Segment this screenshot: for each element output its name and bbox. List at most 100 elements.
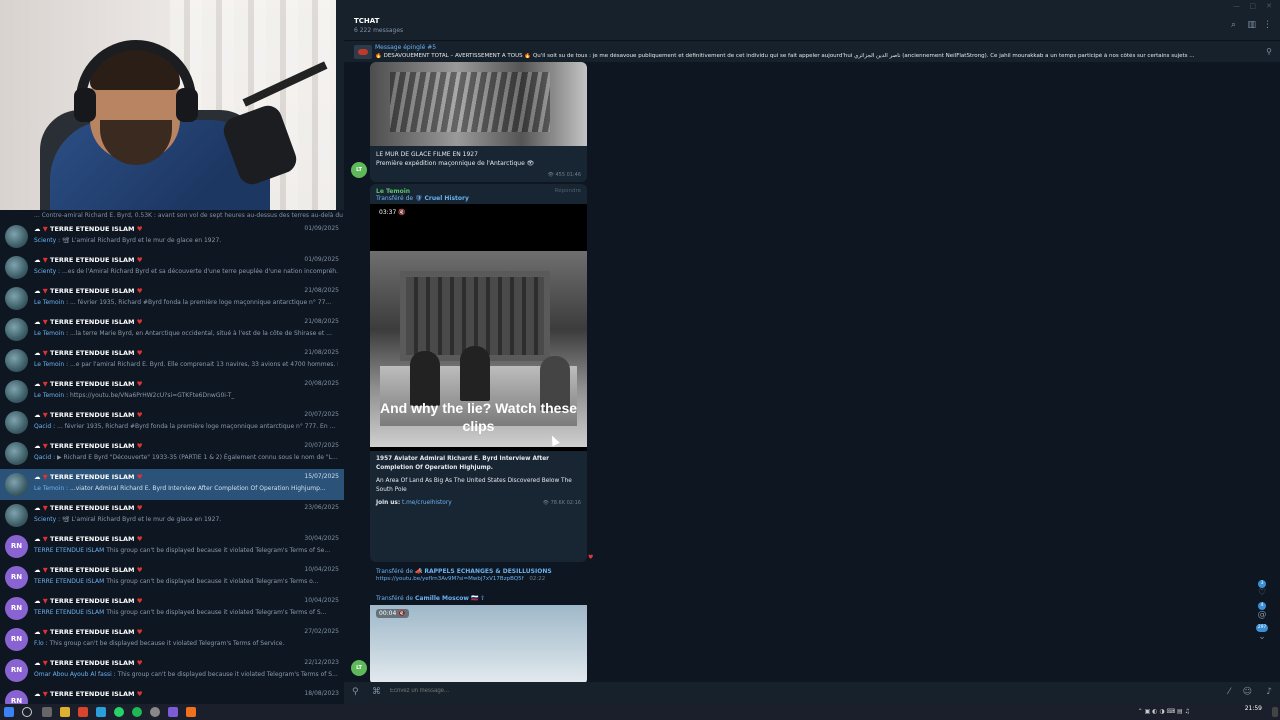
notification-icon[interactable]	[1272, 707, 1278, 717]
microphone-icon[interactable]: ♪	[1266, 687, 1272, 697]
chat-result-item[interactable]: RN ☁ ▼ TERRE ETENDUE ISLAM ♥ F.lo : This g…	[0, 624, 344, 655]
pin-list-icon[interactable]: ⚲	[1266, 47, 1272, 56]
preview-sender: TERRE ETENDUE ISLAM	[34, 609, 105, 616]
chat-result-item[interactable]: ☁ ▼ TERRE ETENDUE ISLAM ♥ Scienty : 📽 L'a…	[0, 500, 344, 531]
chat-result-item[interactable]: ☁ ▼ TERRE ETENDUE ISLAM ♥ Scienty : 📽 L'a…	[0, 221, 344, 252]
preview-sender: F.lo :	[34, 640, 48, 647]
preview-text: ...e par l'amiral Richard E. Byrd. Elle …	[70, 361, 338, 368]
youtube-link[interactable]: https://youtu.be/yefIrn3Av9M?si=Mwbj7xV1…	[376, 576, 524, 582]
whatsapp-icon[interactable]	[114, 707, 124, 717]
close-icon[interactable]: ✕	[1266, 2, 1272, 10]
heart-icon: ♥	[136, 380, 143, 388]
flag-icon: ▼	[42, 535, 48, 543]
app-icon[interactable]	[150, 707, 160, 717]
chat-date: 20/08/2025	[304, 380, 339, 387]
bot-commands-icon[interactable]: ⌘	[372, 687, 381, 697]
commands-icon[interactable]: ⁄	[1228, 687, 1230, 697]
preview-sender: Le Temoin :	[34, 361, 69, 368]
chat-date: 01/09/2025	[304, 256, 339, 263]
forward-source[interactable]: Cruel History	[425, 195, 469, 202]
heart-reaction-icon[interactable]: ♥	[588, 554, 593, 561]
preview-text: This group can't be displayed because it…	[106, 609, 327, 616]
search-results-list[interactable]: ... Contre-amiral Richard E. Byrd, 0.53K…	[0, 210, 344, 704]
chat-header[interactable]: TCHAT 6 222 messages ⌕ ▥ ⋮	[344, 14, 1280, 40]
reply-button[interactable]: Répondre	[555, 188, 581, 194]
video-player[interactable]: 03:37 🔇 And why the lie? Watch these cli…	[370, 204, 587, 451]
telegram-icon[interactable]	[96, 707, 106, 717]
search-icon[interactable]: ⌕	[1231, 20, 1236, 30]
sender-name[interactable]: Le Temoin	[376, 188, 581, 195]
task-view-icon[interactable]	[42, 707, 52, 717]
message-list[interactable]: LE MUR DE GLACE FILME EN 1927 Première e…	[344, 62, 1280, 682]
preview-text: ...la terre Marie Byrd, en Antarctique o…	[70, 330, 332, 337]
heart-icon[interactable]: ♡	[1256, 588, 1268, 598]
sidebar-toggle-icon[interactable]: ▥	[1247, 20, 1256, 30]
message-composer: ⚲ ⌘ ⁄ ☺ ♪	[344, 682, 1280, 704]
chat-result-item[interactable]: RN ☁ ▼ TERRE ETENDUE ISLAM ♥ TERRE ETENDUE…	[0, 531, 344, 562]
video-player[interactable]: 00:04 🔇	[370, 605, 587, 682]
maximize-icon[interactable]: □	[1249, 2, 1256, 10]
chat-title-text: TERRE ETENDUE ISLAM	[50, 225, 135, 233]
message-bubble[interactable]: LE MUR DE GLACE FILME EN 1927 Première e…	[370, 62, 587, 182]
sender-avatar[interactable]: LT	[351, 162, 367, 178]
chat-result-item[interactable]: ☁ ▼ TERRE ETENDUE ISLAM ♥ Le Temoin : ...…	[0, 283, 344, 314]
search-icon[interactable]	[22, 707, 32, 717]
chat-result-item[interactable]: ☁ ▼ TERRE ETENDUE ISLAM ♥ Qacid : ▶ Richa…	[0, 438, 344, 469]
chat-preview: Le Temoin : ... février 1935, Richard #B…	[34, 297, 338, 308]
message-bubble[interactable]: Transféré de 📣 RAPPELS ECHANGES & DESILL…	[370, 568, 587, 590]
chat-result-item[interactable]: ☁ ▼ TERRE ETENDUE ISLAM ♥ Le Temoin : ...…	[0, 469, 344, 500]
discord-icon[interactable]	[168, 707, 178, 717]
chat-result-item[interactable]: ☁ ▼ TERRE ETENDUE ISLAM ♥ Le Temoin : ...…	[0, 314, 344, 345]
emoji-icon[interactable]: ☺	[1243, 687, 1252, 697]
chat-avatar: RN	[5, 566, 28, 589]
forward-prefix: Transféré de	[376, 595, 414, 602]
mention-icon[interactable]: @	[1256, 610, 1268, 620]
forwarded-from[interactable]: Transféré de 🛡 Cruel History	[376, 195, 581, 202]
chat-preview: TERRE ETENDUE ISLAM This group can't be …	[34, 607, 338, 618]
chat-result-item[interactable]: ☁ ▼ TERRE ETENDUE ISLAM ♥ Qacid : ... fév…	[0, 407, 344, 438]
sender-avatar[interactable]: LT	[351, 660, 367, 676]
tray-icons[interactable]: ⌃ ▣ ◐ ◑ ⌨ ▤ ♫	[1138, 708, 1190, 715]
message-bubble[interactable]: Le Temoin Transféré de 🛡 Cruel History R…	[370, 184, 587, 562]
video-thumbnail[interactable]	[370, 62, 587, 146]
flag-icon: ▼	[42, 628, 48, 636]
message-input[interactable]	[390, 688, 990, 694]
message-views: 👁 78.6K 02:16	[542, 499, 581, 506]
chat-result-item[interactable]: RN ☁ ▼ TERRE ETENDUE ISLAM ♥ TERRE ETENDUE…	[0, 562, 344, 593]
chat-result-item[interactable]: ☁ ▼ TERRE ETENDUE ISLAM ♥ Le Temoin : htt…	[0, 376, 344, 407]
chat-date: 23/06/2025	[304, 504, 339, 511]
forward-source[interactable]: RAPPELS ECHANGES & DESILLUSIONS	[424, 568, 551, 575]
message-caption: LE MUR DE GLACE FILME EN 1927 Première e…	[370, 146, 587, 172]
browser-icon[interactable]	[78, 707, 88, 717]
message-count: 6 222 messages	[354, 27, 404, 34]
chat-result-item[interactable]: RN ☁ ▼ TERRE ETENDUE ISLAM ♥ Omar Abou Ayo…	[0, 655, 344, 686]
spotify-icon[interactable]	[132, 707, 142, 717]
scroll-down-icon[interactable]: ⌄	[1256, 632, 1268, 642]
pinned-message-bar[interactable]: Message épinglé #5 🔥 DÉSAVOUEMENT TOTAL …	[344, 40, 1280, 62]
clock[interactable]: 21:59	[1245, 705, 1262, 712]
join-link[interactable]: t.me/cruelhistory	[402, 500, 452, 506]
paperclip-icon[interactable]: ⚲	[352, 687, 359, 697]
obs-icon[interactable]	[186, 707, 196, 717]
file-explorer-icon[interactable]	[60, 707, 70, 717]
message-bubble[interactable]: Transféré de Camille Moscow 🇷🇺 ☦ 00:04 🔇	[370, 595, 587, 682]
chat-title: ☁ ▼ TERRE ETENDUE ISLAM ♥	[34, 442, 143, 450]
chat-result-item[interactable]: RN ☁ ▼ TERRE ETENDUE ISLAM ♥ 18/08/2023	[0, 686, 344, 704]
chat-result-item[interactable]: ☁ ▼ TERRE ETENDUE ISLAM ♥ Le Temoin : ...…	[0, 345, 344, 376]
flag-icon: ▼	[42, 566, 48, 574]
chat-panel: — □ ✕ TCHAT 6 222 messages ⌕ ▥ ⋮ Message…	[344, 0, 1280, 704]
forwarded-from[interactable]: Transféré de 📣 RAPPELS ECHANGES & DESILL…	[370, 568, 587, 575]
forwarded-from[interactable]: Transféré de Camille Moscow 🇷🇺 ☦	[370, 595, 587, 605]
heart-icon: ♥	[136, 659, 143, 667]
more-icon[interactable]: ⋮	[1263, 20, 1272, 30]
chat-date: 21/08/2025	[304, 318, 339, 325]
clock-time: 21:59	[1244, 705, 1262, 712]
forward-source[interactable]: Camille Moscow 🇷🇺 ☦	[415, 595, 484, 602]
minimize-icon[interactable]: —	[1233, 2, 1240, 10]
chat-result-item[interactable]: RN ☁ ▼ TERRE ETENDUE ISLAM ♥ TERRE ETENDUE…	[0, 593, 344, 624]
heart-icon: ♥	[136, 411, 143, 419]
chat-title: ☁ ▼ TERRE ETENDUE ISLAM ♥	[34, 690, 143, 698]
windows-start-icon[interactable]	[4, 707, 14, 717]
chat-result-item[interactable]: ☁ ▼ TERRE ETENDUE ISLAM ♥ Scienty : ...es…	[0, 252, 344, 283]
heart-icon: ♥	[136, 597, 143, 605]
